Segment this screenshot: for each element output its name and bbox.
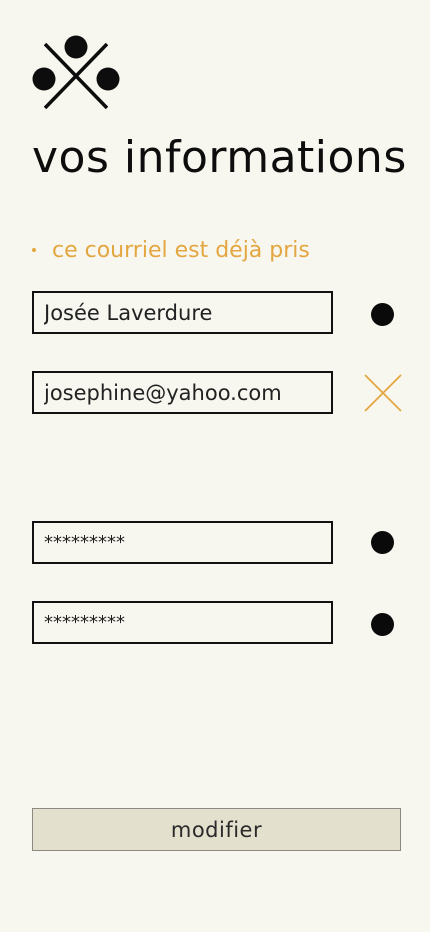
name-field[interactable]: [32, 291, 333, 334]
valid-dot-icon: [371, 613, 394, 636]
error-bullet-icon: [32, 248, 36, 252]
error-message-text: ce courriel est déjà pris: [52, 237, 310, 263]
page-title: vos informations: [32, 132, 407, 183]
password-field[interactable]: [32, 521, 333, 564]
valid-dot-icon: [371, 303, 394, 326]
logo-icon: [32, 35, 120, 110]
error-x-icon: [364, 374, 402, 412]
password-confirm-field[interactable]: [32, 601, 333, 644]
modify-button[interactable]: modifier: [32, 808, 401, 851]
valid-dot-icon: [371, 531, 394, 554]
error-message: ce courriel est déjà pris: [32, 235, 310, 265]
email-field[interactable]: [32, 371, 333, 414]
